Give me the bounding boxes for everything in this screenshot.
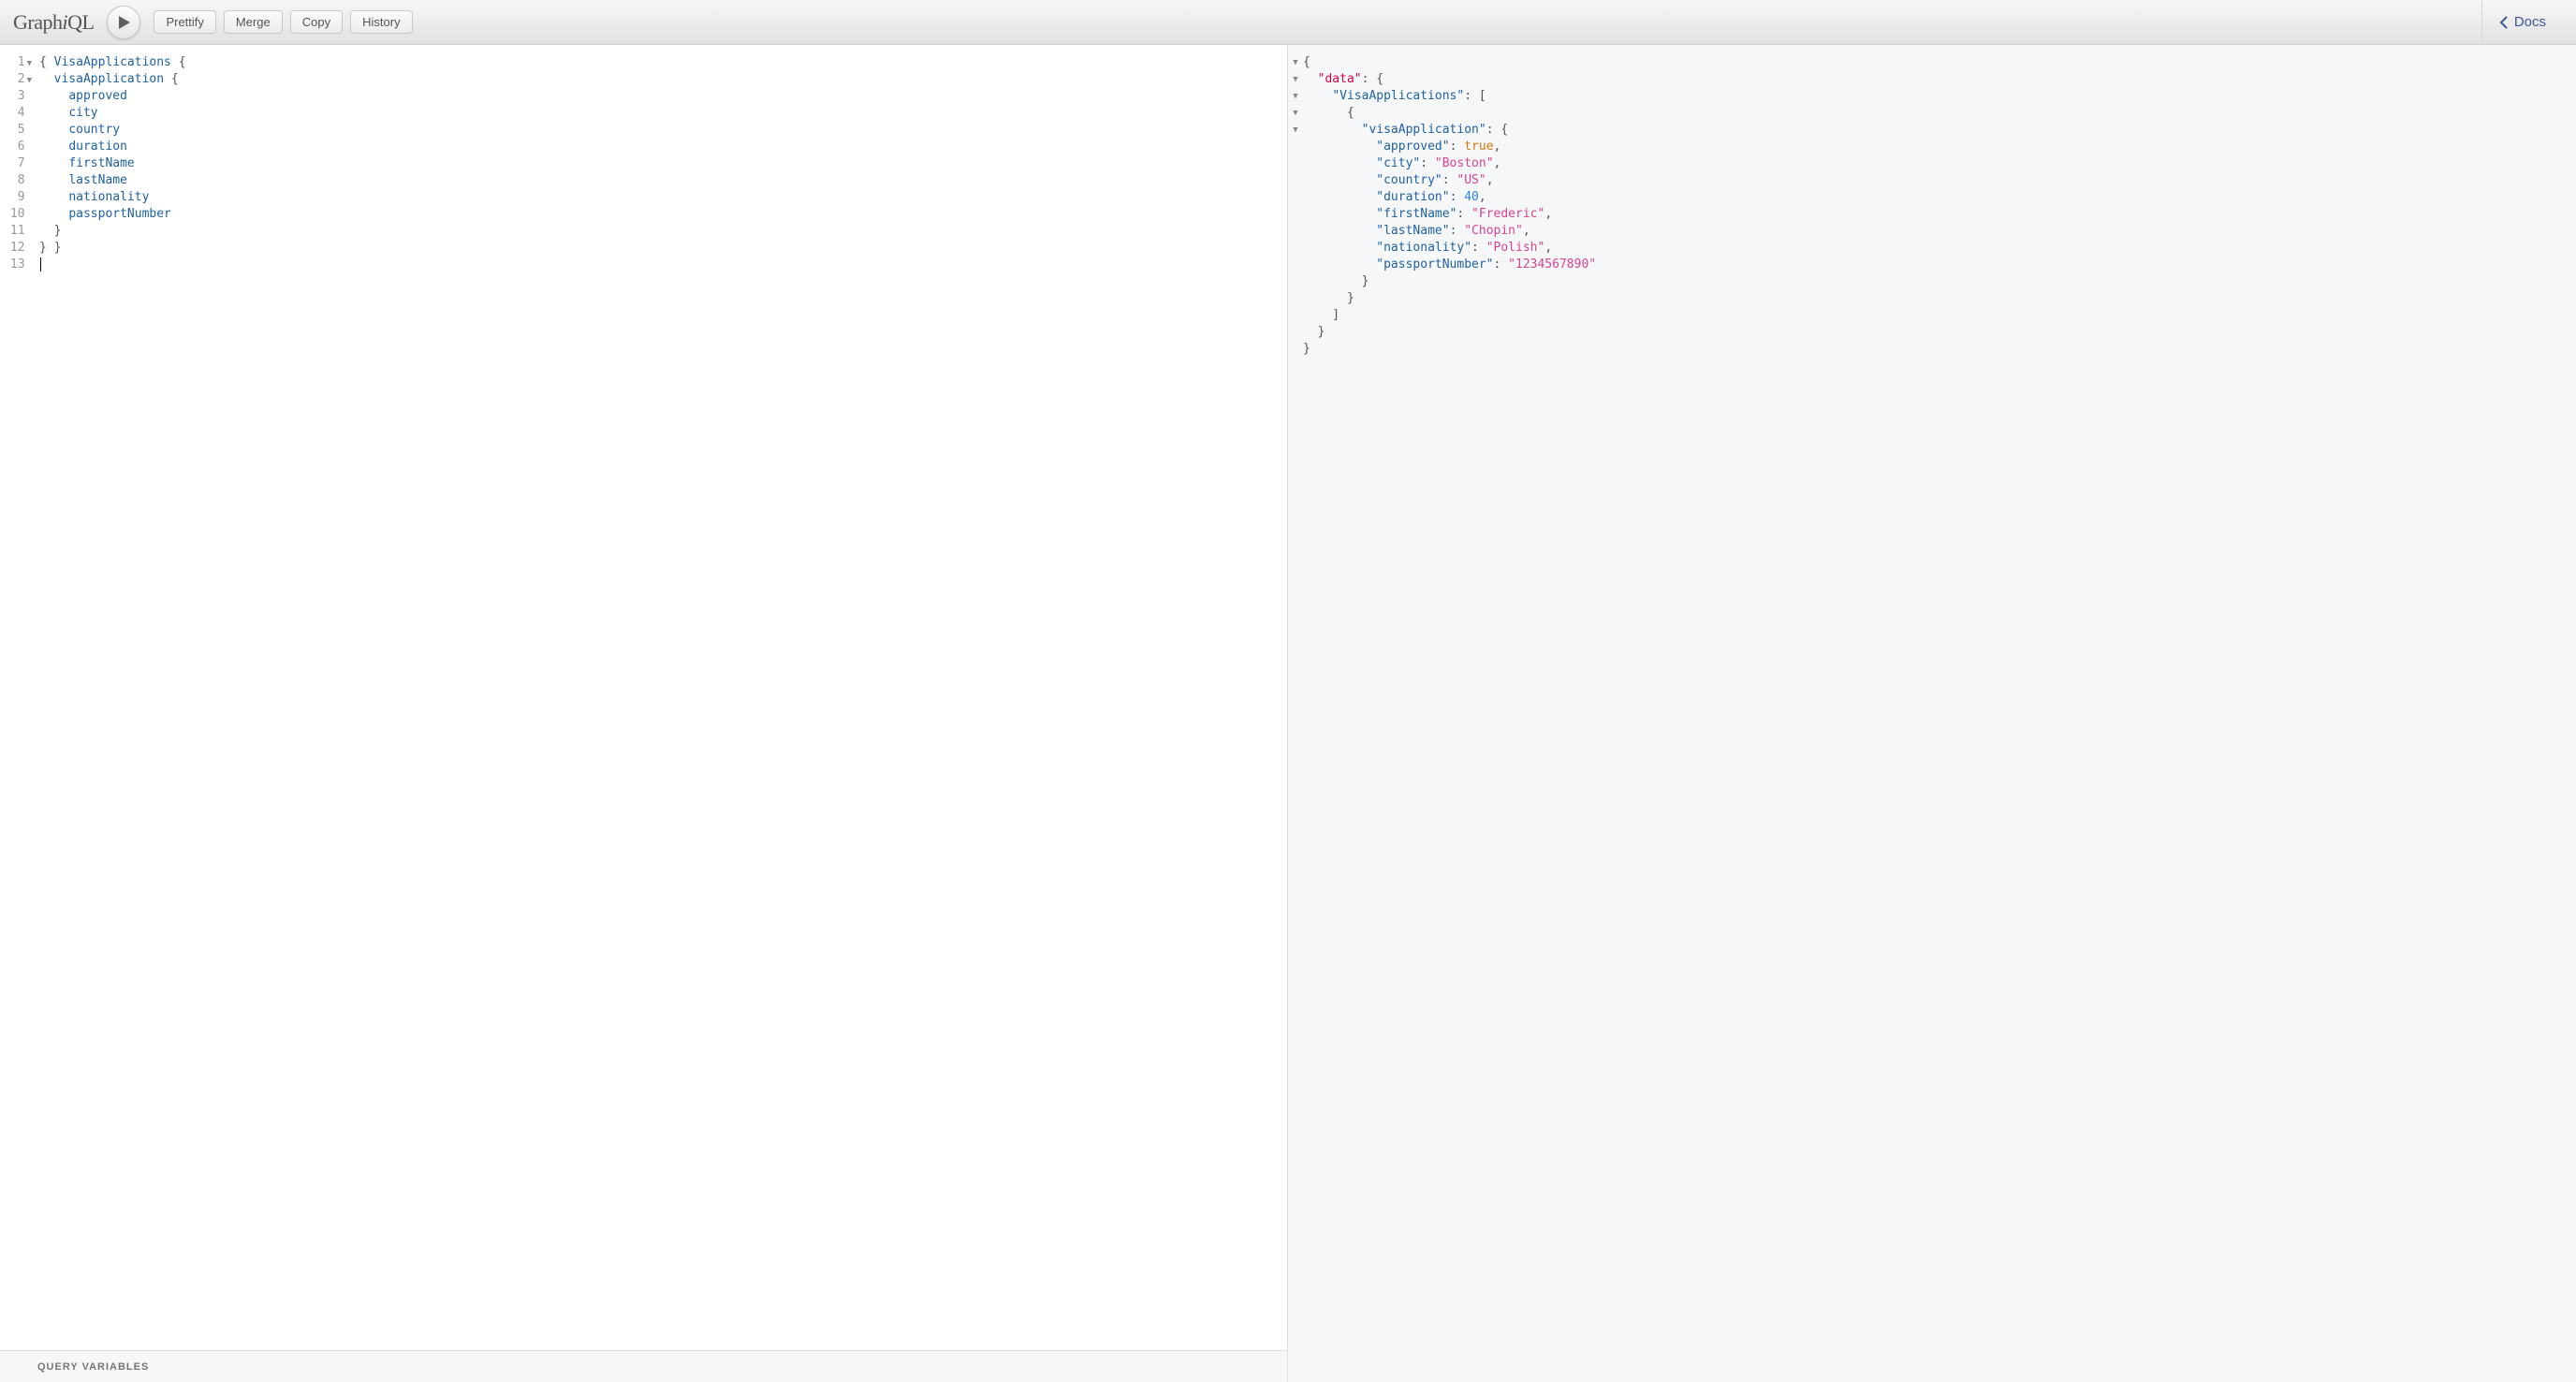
fold-gutter-cell <box>1288 206 1303 223</box>
query-code[interactable]: { VisaApplications { visaApplication { a… <box>36 54 186 1350</box>
line-number: 7 <box>0 155 32 172</box>
line-number: 1▼ <box>0 54 32 71</box>
fold-gutter-cell <box>1288 273 1303 290</box>
result-line: { <box>1303 105 1596 122</box>
code-line[interactable]: } } <box>39 240 186 257</box>
fold-gutter-cell <box>1288 290 1303 307</box>
fold-gutter-cell <box>1288 324 1303 341</box>
line-number: 11 <box>0 223 32 240</box>
result-line: "passportNumber": "1234567890" <box>1303 257 1596 273</box>
fold-gutter-cell <box>1288 139 1303 155</box>
result-line: { <box>1303 54 1596 71</box>
result-line: "firstName": "Frederic", <box>1303 206 1596 223</box>
line-number: 6 <box>0 139 32 155</box>
code-line[interactable] <box>39 257 186 273</box>
result-line: "lastName": "Chopin", <box>1303 223 1596 240</box>
line-number: 5 <box>0 122 32 139</box>
logo-pre: Graph <box>13 10 62 34</box>
result-line: } <box>1303 341 1596 358</box>
workspace: 1▼2▼3 4 5 6 7 8 9 10 11 12 13 { VisaAppl… <box>0 45 2576 1382</box>
result-viewer[interactable]: ▼▼▼▼▼ { "data": { "VisaApplications": [ … <box>1288 45 2576 1382</box>
chevron-left-icon <box>2499 16 2509 29</box>
code-line[interactable]: city <box>39 105 186 122</box>
fold-gutter-cell <box>1288 257 1303 273</box>
fold-gutter-cell[interactable]: ▼ <box>1288 105 1303 122</box>
app-logo: GraphiQL <box>13 10 94 35</box>
fold-gutter-cell <box>1288 189 1303 206</box>
result-line: ] <box>1303 307 1596 324</box>
play-icon <box>118 16 131 29</box>
result-line: "city": "Boston", <box>1303 155 1596 172</box>
prettify-button[interactable]: Prettify <box>154 10 215 34</box>
line-number: 13 <box>0 257 32 273</box>
text-cursor <box>40 257 41 272</box>
toolbar: GraphiQL Prettify Merge Copy History Doc… <box>0 0 2576 45</box>
code-line[interactable]: passportNumber <box>39 206 186 223</box>
result-line: "nationality": "Polish", <box>1303 240 1596 257</box>
fold-gutter-cell[interactable]: ▼ <box>1288 88 1303 105</box>
code-line[interactable]: country <box>39 122 186 139</box>
logo-post: QL <box>67 10 94 34</box>
result-line: } <box>1303 290 1596 307</box>
result-line: "duration": 40, <box>1303 189 1596 206</box>
result-line: "country": "US", <box>1303 172 1596 189</box>
merge-button[interactable]: Merge <box>224 10 283 34</box>
fold-gutter-cell <box>1288 155 1303 172</box>
fold-gutter-cell <box>1288 341 1303 358</box>
result-line: } <box>1303 273 1596 290</box>
line-number: 9 <box>0 189 32 206</box>
code-line[interactable]: visaApplication { <box>39 71 186 88</box>
result-line: "data": { <box>1303 71 1596 88</box>
line-number: 4 <box>0 105 32 122</box>
execute-button[interactable] <box>107 6 140 39</box>
query-variables-bar[interactable]: Query Variables <box>0 1350 1287 1382</box>
result-line: } <box>1303 324 1596 341</box>
code-line[interactable]: } <box>39 223 186 240</box>
code-line[interactable]: duration <box>39 139 186 155</box>
fold-icon[interactable]: ▼ <box>27 55 32 72</box>
query-column: 1▼2▼3 4 5 6 7 8 9 10 11 12 13 { VisaAppl… <box>0 45 1288 1382</box>
line-number: 3 <box>0 88 32 105</box>
result-line: "approved": true, <box>1303 139 1596 155</box>
result-gutter: ▼▼▼▼▼ <box>1288 54 1303 1373</box>
line-number: 2▼ <box>0 71 32 88</box>
fold-gutter-cell <box>1288 223 1303 240</box>
line-number: 8 <box>0 172 32 189</box>
fold-gutter-cell <box>1288 172 1303 189</box>
fold-gutter-cell <box>1288 307 1303 324</box>
result-line: "visaApplication": { <box>1303 122 1596 139</box>
code-line[interactable]: lastName <box>39 172 186 189</box>
copy-button[interactable]: Copy <box>290 10 343 34</box>
fold-gutter-cell[interactable]: ▼ <box>1288 122 1303 139</box>
toolbar-button-group: Prettify Merge Copy History <box>154 10 412 34</box>
result-line: "VisaApplications": [ <box>1303 88 1596 105</box>
result-code: { "data": { "VisaApplications": [ { "vis… <box>1303 54 1596 1373</box>
line-number: 12 <box>0 240 32 257</box>
docs-label: Docs <box>2514 14 2546 30</box>
history-button[interactable]: History <box>350 10 412 34</box>
fold-gutter-cell[interactable]: ▼ <box>1288 71 1303 88</box>
code-line[interactable]: firstName <box>39 155 186 172</box>
code-line[interactable]: approved <box>39 88 186 105</box>
query-variables-label: Query Variables <box>37 1361 149 1373</box>
line-number: 10 <box>0 206 32 223</box>
fold-gutter-cell <box>1288 240 1303 257</box>
code-line[interactable]: nationality <box>39 189 186 206</box>
fold-gutter-cell[interactable]: ▼ <box>1288 54 1303 71</box>
query-editor[interactable]: 1▼2▼3 4 5 6 7 8 9 10 11 12 13 { VisaAppl… <box>0 45 1287 1350</box>
fold-icon[interactable]: ▼ <box>27 72 32 89</box>
docs-toggle[interactable]: Docs <box>2481 0 2563 44</box>
code-line[interactable]: { VisaApplications { <box>39 54 186 71</box>
query-gutter: 1▼2▼3 4 5 6 7 8 9 10 11 12 13 <box>0 54 36 1350</box>
